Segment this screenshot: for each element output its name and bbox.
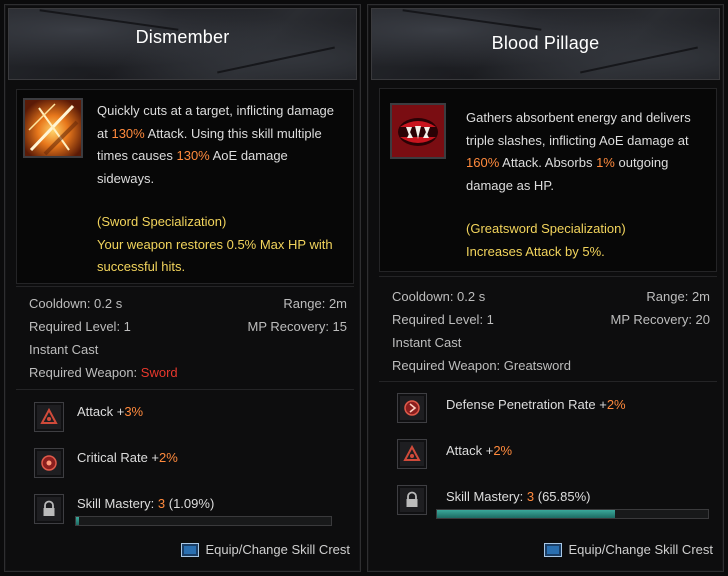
skill-mastery-row: Skill Mastery: 3 (1.09%) bbox=[16, 486, 354, 532]
skill-card-blood-pillage: Blood Pillage Gathers absorbent energy a… bbox=[367, 4, 724, 572]
specialization-block: (Greatsword Specialization) Increases At… bbox=[466, 218, 708, 263]
stats-row: Required Level: 1 MP Recovery: 15 bbox=[16, 315, 354, 338]
stats-row: Instant Cast bbox=[379, 331, 717, 354]
effect-name: Critical Rate + bbox=[77, 450, 159, 465]
effect-label: Critical Rate +2% bbox=[77, 450, 178, 465]
skill-stats: Cooldown: 0.2 s Range: 2m Required Level… bbox=[16, 292, 354, 384]
range: Range: 2m bbox=[646, 289, 710, 304]
mastery-percent: (1.09%) bbox=[165, 496, 215, 511]
skill-effects: Defense Penetration Rate +2% Attack +2% … bbox=[379, 385, 717, 523]
equip-skill-crest-label: Equip/Change Skill Crest bbox=[205, 542, 350, 557]
divider bbox=[379, 381, 717, 382]
skill-description: Quickly cuts at a target, inflicting dam… bbox=[97, 100, 345, 279]
skill-title-bar: Blood Pillage bbox=[371, 8, 720, 80]
divider bbox=[379, 276, 717, 277]
desc-text-part: Attack. Absorbs bbox=[499, 155, 597, 170]
mastery-progress-fill bbox=[437, 510, 616, 518]
stats-row: Cooldown: 0.2 s Range: 2m bbox=[16, 292, 354, 315]
lock-icon bbox=[34, 494, 64, 524]
effect-label: Attack +2% bbox=[446, 443, 512, 458]
attack-icon bbox=[34, 402, 64, 432]
cast-type: Instant Cast bbox=[392, 335, 462, 350]
specialization-block: (Sword Specialization) Your weapon resto… bbox=[97, 211, 345, 279]
skill-effects: Attack +3% Critical Rate +2% Skill Maste… bbox=[16, 394, 354, 532]
mastery-progress-fill bbox=[76, 517, 79, 525]
defense-penetration-icon bbox=[397, 393, 427, 423]
specialization-title: (Sword Specialization) bbox=[97, 214, 227, 229]
skill-description-panel: Quickly cuts at a target, inflicting dam… bbox=[16, 89, 354, 284]
stats-row: Required Weapon: Sword bbox=[16, 361, 354, 384]
mastery-progress-bar bbox=[436, 509, 709, 519]
cooldown: Cooldown: 0.2 s bbox=[29, 296, 123, 311]
desc-value: 130% bbox=[176, 148, 210, 163]
stats-row: Cooldown: 0.2 s Range: 2m bbox=[379, 285, 717, 308]
required-level: Required Level: 1 bbox=[392, 312, 494, 327]
mastery-name: Skill Mastery: bbox=[77, 496, 158, 511]
skill-title: Blood Pillage bbox=[491, 33, 600, 53]
divider bbox=[16, 389, 354, 390]
required-weapon-value: Sword bbox=[140, 365, 178, 380]
crossed-slash-skill-icon bbox=[23, 98, 83, 158]
critical-rate-icon bbox=[34, 448, 64, 478]
desc-value: 130% bbox=[111, 125, 145, 141]
fanged-mouth-skill-icon bbox=[390, 103, 446, 159]
equip-skill-crest-button[interactable]: Equip/Change Skill Crest bbox=[544, 542, 713, 557]
equip-skill-crest-label: Equip/Change Skill Crest bbox=[568, 542, 713, 557]
cooldown: Cooldown: 0.2 s bbox=[392, 289, 486, 304]
effect-value: 2% bbox=[159, 450, 178, 465]
specialization-text: Increases Attack by 5%. bbox=[466, 243, 605, 259]
stats-row: Required Level: 1 MP Recovery: 20 bbox=[379, 308, 717, 331]
mp-recovery: MP Recovery: 20 bbox=[610, 312, 710, 327]
effect-label: Attack +3% bbox=[77, 404, 143, 419]
skill-mastery-row: Skill Mastery: 3 (65.85%) bbox=[379, 477, 717, 523]
cast-type: Instant Cast bbox=[29, 342, 99, 357]
skill-mastery-label: Skill Mastery: 3 (1.09%) bbox=[77, 496, 214, 511]
mastery-percent: (65.85%) bbox=[534, 489, 591, 504]
effect-name: Attack + bbox=[77, 404, 125, 419]
stats-row: Required Weapon: Greatsword bbox=[379, 354, 717, 377]
effect-label: Defense Penetration Rate +2% bbox=[446, 397, 626, 412]
mastery-name: Skill Mastery: bbox=[446, 489, 527, 504]
skill-description: Gathers absorbent energy and delivers tr… bbox=[466, 107, 708, 263]
required-weapon: Required Weapon: Greatsword bbox=[392, 358, 571, 373]
desc-value: 1% bbox=[596, 155, 615, 170]
mastery-progress-bar bbox=[75, 516, 332, 526]
attack-icon bbox=[397, 439, 427, 469]
effect-name: Attack + bbox=[446, 443, 494, 458]
skill-title: Dismember bbox=[135, 27, 230, 47]
mp-recovery: MP Recovery: 15 bbox=[247, 319, 347, 334]
effect-value: 3% bbox=[124, 404, 144, 419]
skill-stats: Cooldown: 0.2 s Range: 2m Required Level… bbox=[379, 285, 717, 377]
effect-name: Defense Penetration Rate + bbox=[446, 397, 607, 412]
lock-icon bbox=[397, 485, 427, 515]
skill-mastery-label: Skill Mastery: 3 (65.85%) bbox=[446, 489, 591, 504]
required-weapon-label: Required Weapon: bbox=[29, 365, 141, 380]
effect-row: Defense Penetration Rate +2% bbox=[379, 385, 717, 431]
skill-card-dismember: Dismember Quickly cuts at a target, infl… bbox=[4, 4, 361, 572]
stats-row: Instant Cast bbox=[16, 338, 354, 361]
divider bbox=[16, 286, 354, 287]
desc-value: 160% bbox=[466, 155, 500, 170]
effect-value: 2% bbox=[493, 443, 513, 458]
effect-row: Attack +2% bbox=[379, 431, 717, 477]
required-level: Required Level: 1 bbox=[29, 319, 131, 334]
required-weapon: Required Weapon: Sword bbox=[29, 365, 178, 380]
specialization-title: (Greatsword Specialization) bbox=[466, 221, 626, 236]
skill-title-bar: Dismember bbox=[8, 8, 357, 80]
specialization-text: Your weapon restores 0.5% Max HP with su… bbox=[97, 236, 333, 275]
effect-row: Attack +3% bbox=[16, 394, 354, 440]
effect-row: Critical Rate +2% bbox=[16, 440, 354, 486]
effect-value: 2% bbox=[606, 397, 626, 412]
skill-crest-icon bbox=[544, 542, 563, 557]
skill-crest-icon bbox=[181, 542, 200, 557]
equip-skill-crest-button[interactable]: Equip/Change Skill Crest bbox=[181, 542, 350, 557]
desc-text-part: Gathers absorbent energy and delivers tr… bbox=[466, 110, 691, 148]
range: Range: 2m bbox=[283, 296, 347, 311]
skill-description-panel: Gathers absorbent energy and delivers tr… bbox=[379, 88, 717, 272]
